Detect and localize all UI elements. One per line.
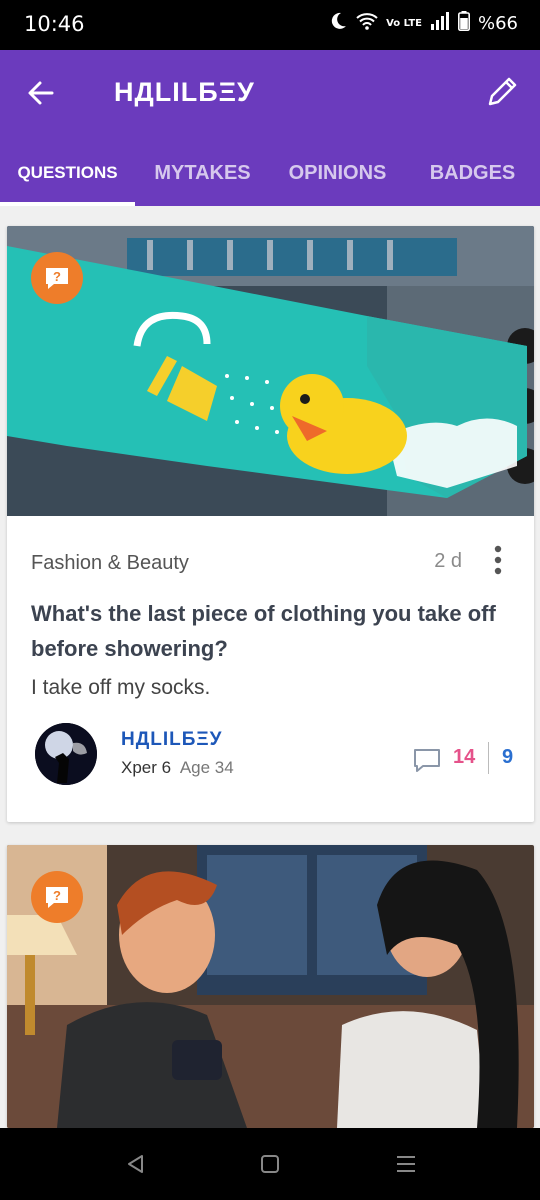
question-bubble-icon: ? xyxy=(46,268,68,289)
arrow-left-icon xyxy=(28,81,54,105)
post-time: 2 d xyxy=(434,550,462,572)
tab-questions[interactable]: QUESTIONS xyxy=(0,150,135,206)
square-home-icon xyxy=(261,1155,279,1173)
moon-icon xyxy=(328,11,348,36)
author-level: Xper 6 xyxy=(121,758,172,777)
question-badge: ? xyxy=(31,252,83,304)
pencil-icon xyxy=(488,77,517,106)
edit-button[interactable] xyxy=(484,74,520,110)
post-image xyxy=(7,226,534,516)
author-meta: Xper 6 Age 34 xyxy=(121,758,234,778)
app-bar: НДLILБΞУ QUESTIONS MYTAKES OPINIONS BADG… xyxy=(0,50,540,206)
svg-text:?: ? xyxy=(53,888,61,903)
tab-opinions[interactable]: OPINIONS xyxy=(270,150,405,206)
battery-level: %66 xyxy=(477,13,518,34)
question-badge: ? xyxy=(31,871,83,923)
comment-icon[interactable] xyxy=(413,748,441,774)
back-button[interactable] xyxy=(24,76,58,110)
tab-mytakes[interactable]: MYTAKES xyxy=(135,150,270,206)
tab-badges[interactable]: BADGES xyxy=(405,150,540,206)
tab-bar: QUESTIONS MYTAKES OPINIONS BADGES xyxy=(0,150,540,206)
more-options-button[interactable] xyxy=(488,544,508,576)
status-time: 10:46 xyxy=(24,12,85,36)
volte-icon: Vo LTE xyxy=(386,17,422,29)
nav-recents-button[interactable] xyxy=(394,1152,418,1176)
question-title[interactable]: What's the last piece of clothing you ta… xyxy=(31,596,521,666)
page-title: НДLILБΞУ xyxy=(114,77,255,107)
more-vertical-icon xyxy=(494,545,502,575)
battery-icon xyxy=(457,11,470,36)
nav-back-button[interactable] xyxy=(124,1152,148,1176)
question-description: I take off my socks. xyxy=(31,676,211,699)
question-card[interactable]: ? Fashion & Beauty 2 d What's the last p… xyxy=(7,226,534,822)
status-bar: 10:46 Vo LTE %66 xyxy=(0,0,540,50)
menu-lines-icon xyxy=(397,1156,415,1172)
opinions-count[interactable]: 14 xyxy=(453,746,475,769)
post-image xyxy=(7,845,534,1128)
question-bubble-icon: ? xyxy=(46,887,68,908)
count-divider xyxy=(488,742,489,774)
question-card[interactable]: ? xyxy=(7,845,534,1128)
svg-text:?: ? xyxy=(53,269,61,284)
author-avatar[interactable] xyxy=(35,723,97,785)
nav-home-button[interactable] xyxy=(258,1152,282,1176)
secondary-count[interactable]: 9 xyxy=(502,746,513,769)
triangle-back-icon xyxy=(128,1155,143,1173)
wifi-icon xyxy=(356,12,378,35)
signal-icon xyxy=(430,12,450,35)
post-category[interactable]: Fashion & Beauty xyxy=(31,552,189,575)
volte-label: Vo LTE xyxy=(386,17,422,29)
avatar-image xyxy=(35,723,97,785)
system-nav-bar xyxy=(0,1128,540,1200)
status-icons: Vo LTE %66 xyxy=(328,11,518,36)
author-age: Age 34 xyxy=(179,758,234,777)
author-name[interactable]: НДLILБΞУ xyxy=(121,729,222,751)
